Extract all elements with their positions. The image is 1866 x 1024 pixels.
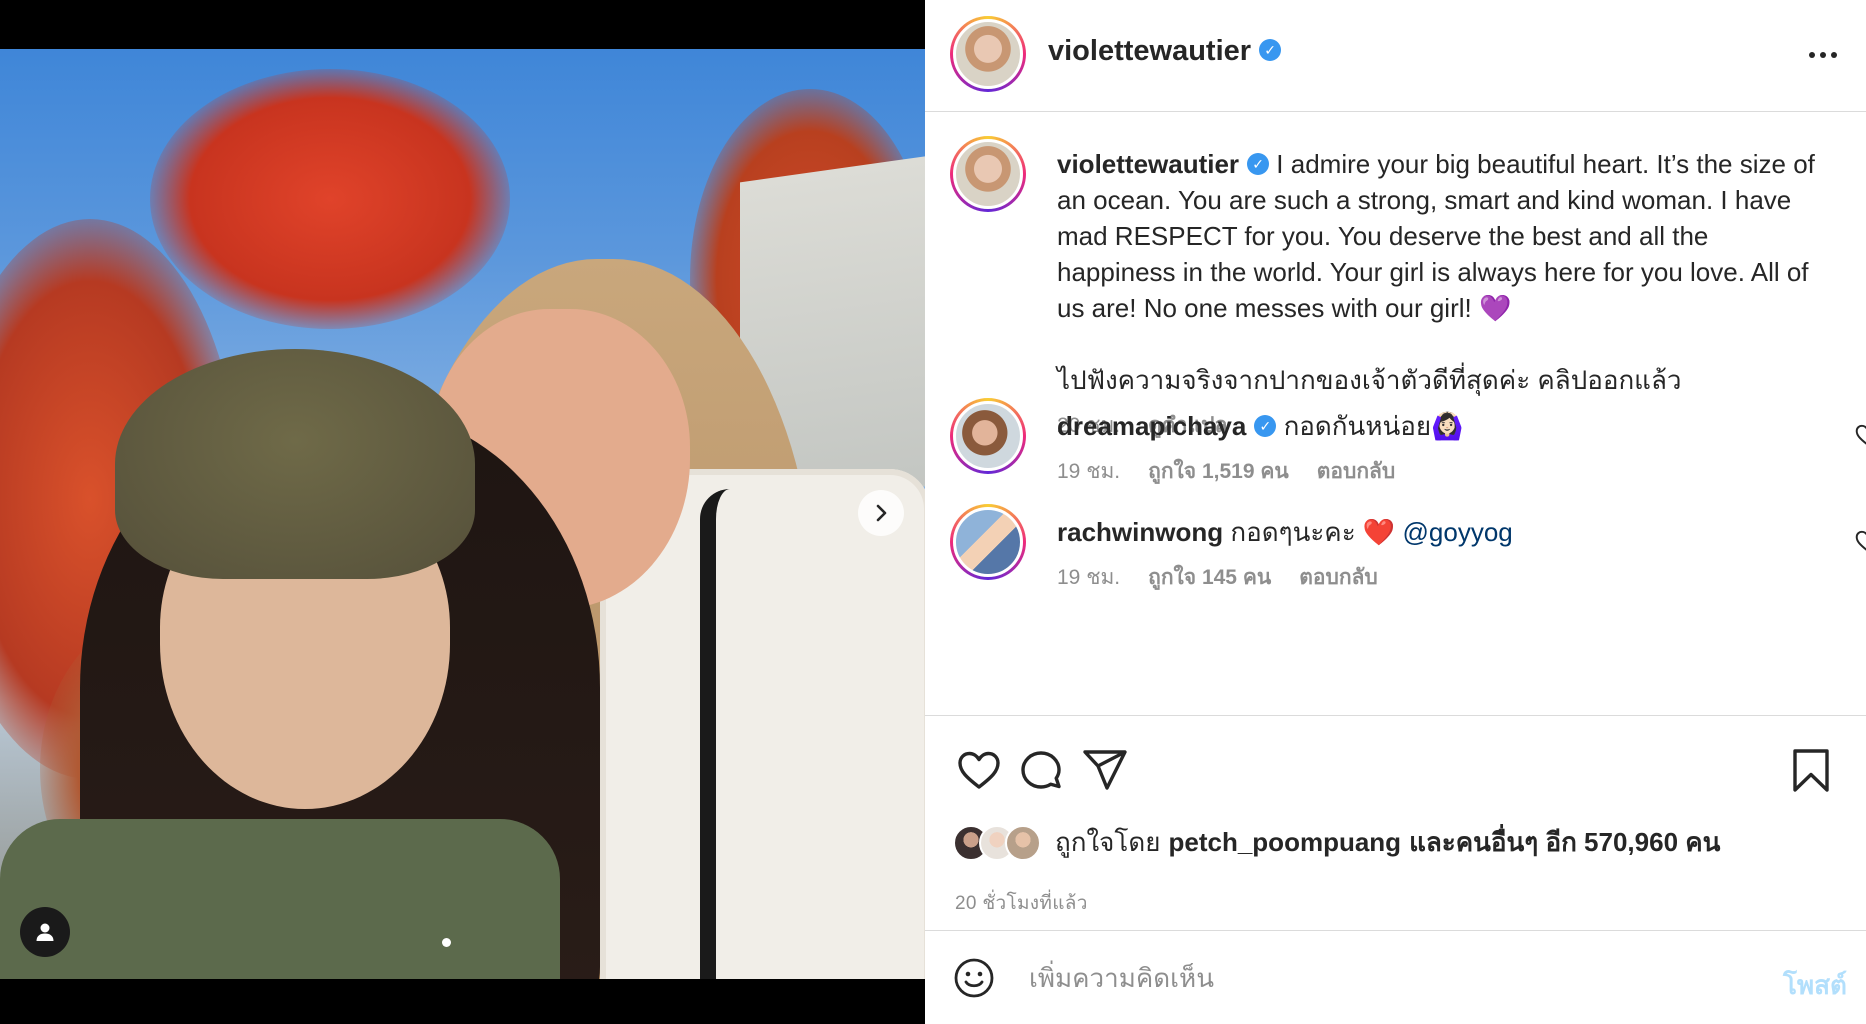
post-details-panel: violettewautier ✓ violettewautier ✓ I admi… [925,0,1866,1024]
comment-meta: 19 ชม. ถูกใจ 1,519 คน ตอบกลับ [1057,454,1817,490]
verified-icon: ✓ [1254,415,1277,438]
post-author: violettewautier ✓ [1048,35,1282,68]
post-header: violettewautier ✓ [925,0,1866,112]
comment-message: กอดๆนะคะ ❤️ [1230,517,1396,547]
avatar-image [953,139,1023,209]
reply-button[interactable]: ตอบกลับ [1299,560,1378,596]
avatar-image [953,507,1023,577]
likes-summary: ถูกใจโดย petch_poompuang และคนอื่นๆ อีก … [953,822,1720,863]
liker-username-link[interactable]: petch_poompuang [1169,827,1402,858]
more-icon-dot [1820,52,1826,58]
post-timestamp[interactable]: 20 ชั่วโมงที่แล้ว [955,888,1088,918]
username-link[interactable]: rachwinwong [1057,517,1223,547]
add-comment-bar: โพสต์ [925,931,1866,1024]
caption-text-th: ไปฟังความจริงจากปากของเจ้าตัวดีที่สุดค่ะ… [1057,365,1682,395]
share-icon[interactable] [1081,746,1129,794]
more-icon [1809,52,1815,58]
likes-prefix: ถูกใจโดย [1055,827,1161,857]
username-link[interactable]: dreamapichaya [1057,411,1246,441]
comments-section[interactable]: violettewautier ✓ I admire your big beaut… [925,112,1866,716]
autumn-tree [150,69,510,329]
verified-icon: ✓ [1259,39,1282,62]
comment-message: กอดกันหน่อย🙆🏻‍♀️ [1283,411,1464,441]
heart-icon[interactable] [955,746,1003,794]
bookmark-icon[interactable] [1787,746,1835,794]
action-bar: ถูกใจโดย petch_poompuang และคนอื่นๆ อีก … [925,716,1866,931]
mention-link[interactable]: @goyyog [1403,517,1513,547]
caption-body: violettewautier ✓ I admire your big beaut… [1057,146,1817,444]
avatar[interactable] [950,136,1026,212]
tagged-users-button[interactable] [20,907,70,957]
heart-icon[interactable] [1854,422,1866,448]
more-options-button[interactable] [1809,52,1837,58]
carousel-indicator [442,938,451,947]
likes-count-link[interactable]: และคนอื่นๆ อีก 570,960 คน [1409,822,1720,863]
verified-icon: ✓ [1247,153,1270,176]
comment-input[interactable] [1029,951,1689,1005]
avatar[interactable] [950,504,1026,580]
comment-text: rachwinwong กอดๆนะคะ ❤️ @goyyog [1057,514,1817,550]
timestamp: 19 ชม. [1057,566,1121,589]
avatar [1005,824,1041,861]
avatar-image [953,19,1023,89]
liker-avatars [953,824,1041,861]
more-icon-dot [1831,52,1837,58]
jacket-trim [700,489,820,979]
like-count[interactable]: ถูกใจ 1,519 คน [1148,454,1289,490]
comment-text: dreamapichaya ✓ กอดกันหน่อย🙆🏻‍♀️ [1057,408,1817,444]
like-count[interactable]: ถูกใจ 145 คน [1148,560,1271,596]
username-link[interactable]: violettewautier [1057,149,1239,179]
post-photo[interactable] [0,49,925,979]
caption-text: violettewautier ✓ I admire your big beaut… [1057,146,1817,326]
timestamp: 19 ชม. [1057,460,1121,483]
avatar[interactable] [950,16,1026,92]
post-comment-button[interactable]: โพสต์ [1783,965,1847,1006]
username-link[interactable]: violettewautier [1048,35,1251,67]
green-coat [0,819,560,979]
comment-icon[interactable] [1017,746,1065,794]
avatar-image [953,401,1023,471]
carousel-dot [442,938,451,947]
user-tag-icon [36,923,54,941]
post-media [0,0,925,1024]
heart-icon[interactable] [1854,528,1866,554]
emoji-icon[interactable] [953,957,995,999]
chevron-right-icon [876,504,887,522]
comment-meta: 19 ชม. ถูกใจ 145 คน ตอบกลับ [1057,560,1817,596]
next-photo-button[interactable] [858,490,904,536]
comment-body: dreamapichaya ✓ กอดกันหน่อย🙆🏻‍♀️ 19 ชม. ถ… [1057,408,1817,490]
avatar[interactable] [950,398,1026,474]
comment-body: rachwinwong กอดๆนะคะ ❤️ @goyyog 19 ชม. ถ… [1057,514,1817,596]
reply-button[interactable]: ตอบกลับ [1317,454,1396,490]
beanie [115,349,475,579]
